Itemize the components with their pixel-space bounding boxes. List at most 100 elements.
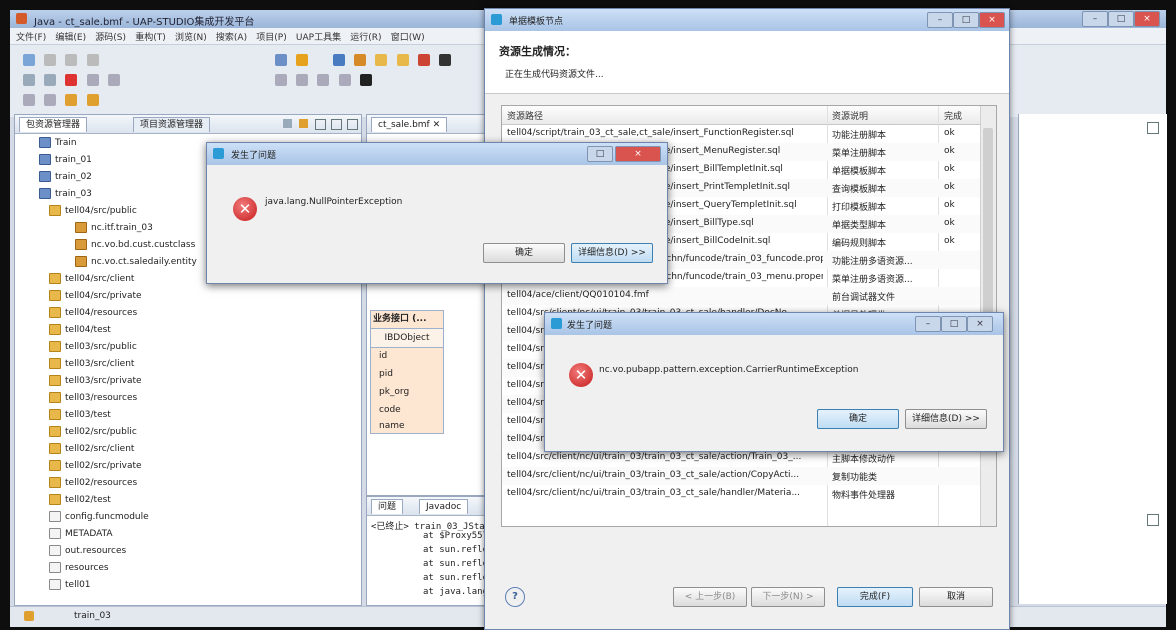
table-row[interactable]: tell04/script/train_03_ct_sale,ct_sale/i… [502, 125, 980, 143]
scrollbar-thumb[interactable] [983, 128, 993, 318]
tree-item[interactable]: tell03/src/private [49, 373, 142, 389]
save-all-icon[interactable] [65, 54, 78, 66]
maximize-icon[interactable]: □ [1108, 11, 1134, 27]
replace-icon[interactable] [296, 74, 309, 86]
close-icon[interactable]: × [615, 146, 661, 162]
menu-edit[interactable]: 编辑(E) [55, 30, 86, 43]
tree-item[interactable]: config.funcmodule [49, 509, 149, 525]
table-row[interactable]: tell04/src/client/nc/ui/train_03/train_0… [502, 485, 980, 503]
folder-open-icon[interactable] [375, 54, 388, 66]
tree-item[interactable]: tell02/src/private [49, 458, 142, 474]
tab-problems[interactable]: 问题 [371, 499, 404, 514]
tree-item[interactable]: tell03/src/client [49, 356, 134, 372]
menu-search[interactable]: 搜索(A) [216, 30, 247, 43]
maximize-icon[interactable]: □ [941, 316, 967, 332]
link-icon[interactable] [299, 119, 308, 128]
menu-navigate[interactable]: 浏览(N) [175, 30, 207, 43]
stop-icon[interactable] [65, 74, 78, 86]
menu-refactor[interactable]: 重构(T) [135, 30, 166, 43]
tree-item[interactable]: tell02/resources [49, 475, 137, 491]
minimize-icon[interactable]: – [915, 316, 941, 332]
tree-item[interactable]: tell02/src/client [49, 441, 134, 457]
back-icon[interactable] [23, 74, 35, 86]
tree-item[interactable]: tell04/src/client [49, 271, 134, 287]
zoom-in-icon[interactable] [86, 74, 99, 86]
field-code[interactable]: code [379, 405, 401, 415]
tree-item[interactable]: nc.vo.ct.saledaily.entity [75, 254, 197, 270]
tree-item[interactable]: tell03/src/public [49, 339, 137, 355]
tab-ct-sale-bmf[interactable]: ct_sale.bmf ✕ [371, 117, 448, 132]
close-icon[interactable]: × [979, 12, 1005, 28]
table-row[interactable]: tell04/src/client/nc/ui/train_03/train_0… [502, 467, 980, 485]
minimize-view-icon[interactable] [331, 119, 342, 130]
column-header-done[interactable]: 完成 [944, 109, 962, 122]
warning-icon[interactable] [296, 54, 309, 66]
save-icon[interactable] [44, 54, 57, 66]
next-button[interactable]: 下一步(N) > [751, 587, 825, 607]
column-header-desc[interactable]: 资源说明 [832, 109, 868, 122]
tab-javadoc[interactable]: Javadoc [419, 499, 469, 514]
minimize-icon[interactable]: – [1082, 11, 1108, 27]
maximize-view-icon[interactable] [347, 119, 358, 130]
menu-source[interactable]: 源码(S) [95, 30, 126, 43]
close-icon[interactable]: × [967, 316, 993, 332]
minimize-icon[interactable]: – [927, 12, 953, 28]
field-pk-org[interactable]: pk_org [379, 387, 409, 397]
back-button[interactable]: < 上一步(B) [673, 587, 747, 607]
tree-item[interactable]: tell04/src/private [49, 288, 142, 304]
table-row[interactable]: tell04/ace/client/QQ010104.fmf 前台调试器文件 [502, 287, 980, 305]
tree-item[interactable]: nc.vo.bd.cust.custclass [75, 237, 195, 253]
tree-item[interactable]: tell02/src/public [49, 424, 137, 440]
collapse-icon[interactable] [283, 119, 292, 128]
field-id[interactable]: id [379, 351, 387, 361]
maximize-view-icon[interactable] [1147, 122, 1159, 134]
tool-icon[interactable] [354, 54, 367, 66]
terminal-icon[interactable] [359, 74, 372, 86]
details-button[interactable]: 详细信息(D) >> [571, 243, 653, 263]
package-icon[interactable] [396, 54, 409, 66]
tree-item[interactable]: METADATA [49, 526, 113, 542]
tree-item[interactable]: nc.itf.train_03 [75, 220, 153, 236]
arrow-right-icon[interactable] [86, 94, 99, 106]
search-icon[interactable] [275, 74, 287, 86]
layout-icon[interactable] [317, 74, 330, 86]
menu-window[interactable]: 窗口(W) [391, 30, 425, 43]
tree-item[interactable]: tell02/test [49, 492, 111, 508]
menu-project[interactable]: 项目(P) [256, 30, 286, 43]
tree-item[interactable]: out.resources [49, 543, 126, 559]
grid-icon[interactable] [338, 74, 351, 86]
tree-item[interactable]: tell03/test [49, 407, 111, 423]
ok-button[interactable]: 确定 [817, 409, 899, 429]
field-pid[interactable]: pid [379, 369, 393, 379]
new-icon[interactable] [23, 54, 35, 66]
arrow-left-icon[interactable] [65, 94, 78, 106]
tree-item[interactable]: train_03 [39, 186, 92, 202]
menu-run[interactable]: 运行(R) [350, 30, 381, 43]
tree-item[interactable]: train_02 [39, 169, 92, 185]
forward-icon[interactable] [44, 74, 57, 86]
maximize-icon[interactable]: □ [587, 146, 613, 162]
field-name[interactable]: name [379, 421, 405, 431]
tree-item[interactable]: Train [39, 135, 77, 151]
menu-file[interactable]: 文件(F) [16, 30, 46, 43]
history-icon[interactable] [44, 94, 57, 106]
menu-uap-tools[interactable]: UAP工具集 [296, 30, 341, 43]
tree-item[interactable]: tell04/src/public [49, 203, 137, 219]
tree-item[interactable]: train_01 [39, 152, 92, 168]
db-icon[interactable] [333, 54, 345, 66]
cancel-button[interactable]: 取消 [919, 587, 993, 607]
tree-item[interactable]: tell04/test [49, 322, 111, 338]
view-menu-icon[interactable] [315, 119, 326, 130]
column-header-path[interactable]: 资源路径 [507, 109, 543, 122]
nav-icon[interactable] [23, 94, 35, 106]
maximize-icon[interactable]: □ [953, 12, 979, 28]
print-icon[interactable] [86, 54, 99, 66]
tree-item[interactable]: resources [49, 560, 109, 576]
details-button[interactable]: 详细信息(D) >> [905, 409, 987, 429]
close-icon[interactable]: × [1134, 11, 1160, 27]
ok-button[interactable]: 确定 [483, 243, 565, 263]
tab-package-explorer[interactable]: 包资源管理器 [19, 117, 88, 132]
finish-button[interactable]: 完成(F) [837, 587, 913, 607]
tree-item[interactable]: tell04/resources [49, 305, 137, 321]
run-icon[interactable] [417, 54, 430, 66]
